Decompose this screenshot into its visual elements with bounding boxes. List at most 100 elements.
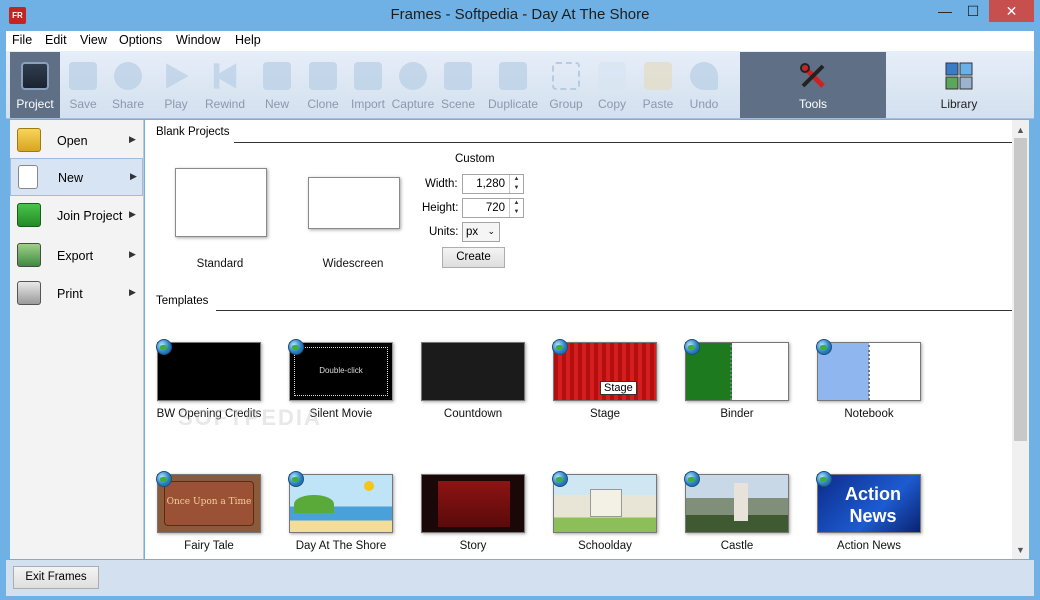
template-thumbnail-day-at-the-shore[interactable]	[289, 474, 393, 533]
menu-join-label: Join Project	[57, 209, 123, 223]
template-thumbnail-action-news[interactable]: Action News	[817, 474, 921, 533]
notebook-spiral	[868, 345, 871, 400]
template-thumbnail-stage[interactable]: Stage	[553, 342, 657, 401]
clapperboard-icon	[444, 62, 472, 90]
globe-icon	[156, 339, 172, 355]
menu-help[interactable]: Help	[235, 33, 261, 47]
vertical-scrollbar[interactable]: ▲ ▼	[1012, 120, 1029, 559]
template-caption: Story	[459, 540, 487, 552]
toolbar-label: Save	[69, 97, 97, 111]
submenu-arrow-icon: ▶	[129, 209, 136, 219]
units-value: px	[466, 226, 479, 238]
units-label: Units:	[429, 226, 459, 238]
toolbar-new-button[interactable]: New	[256, 52, 298, 118]
chevron-down-icon: ⌄	[487, 226, 495, 236]
toolbar-label: Share	[111, 97, 145, 111]
template-thumbnail-bw-opening-credits[interactable]	[157, 342, 261, 401]
toolbar-clone-button[interactable]: Clone	[302, 52, 344, 118]
template-thumbnail-silent-movie[interactable]: Double-click	[289, 342, 393, 401]
binder-rings	[730, 345, 733, 400]
toolbar-rewind-button[interactable]: Rewind	[200, 52, 250, 118]
export-icon	[17, 243, 41, 267]
toolbar-scene-button[interactable]: Scene	[436, 52, 480, 118]
menu-export[interactable]: Export ▶	[10, 237, 143, 275]
spinner-arrows-icon[interactable]: ▲ ▼	[509, 175, 523, 193]
project-icon	[21, 62, 49, 90]
standard-blank-thumbnail[interactable]	[175, 168, 267, 237]
toolbar-save-button[interactable]: Save	[60, 52, 106, 118]
group-icon	[552, 62, 580, 90]
widescreen-blank-thumbnail[interactable]	[308, 177, 400, 229]
title-bar: FR Frames - Softpedia - Day At The Shore…	[0, 0, 1040, 31]
toolbar-capture-button[interactable]: Capture	[390, 52, 436, 118]
menu-view[interactable]: View	[80, 33, 107, 47]
units-select[interactable]: px ⌄	[462, 222, 500, 242]
template-caption: Castle	[720, 540, 754, 552]
scroll-up-icon[interactable]: ▲	[1012, 122, 1029, 138]
toolbar-paste-button[interactable]: Paste	[636, 52, 680, 118]
exit-frames-button[interactable]: Exit Frames	[13, 566, 99, 589]
menu-options[interactable]: Options	[119, 33, 162, 47]
toolbar-copy-button[interactable]: Copy	[590, 52, 634, 118]
toolbar-label: Scene	[440, 97, 476, 111]
spinner-arrows-icon[interactable]: ▲ ▼	[509, 199, 523, 217]
rewind-icon	[213, 63, 237, 89]
toolbar-label: Play	[164, 97, 188, 111]
template-caption: Fairy Tale	[184, 540, 234, 552]
app-window: FR Frames - Softpedia - Day At The Shore…	[0, 0, 1040, 600]
toolbar-import-button[interactable]: Import	[346, 52, 390, 118]
maximize-button[interactable]: ☐	[958, 0, 988, 22]
bottom-bar: Exit Frames	[6, 560, 1034, 596]
template-thumbnail-story[interactable]	[421, 474, 525, 533]
template-caption: Action News	[837, 540, 901, 552]
menu-export-label: Export	[57, 249, 94, 263]
toolbar-duplicate-button[interactable]: Duplicate	[486, 52, 540, 118]
toolbar-label: Undo	[689, 97, 719, 111]
minimize-button[interactable]: —	[930, 0, 960, 22]
toolbar-undo-button[interactable]: Undo	[682, 52, 726, 118]
width-spinner[interactable]: 1,280 ▲ ▼	[462, 174, 524, 194]
template-thumbnail-binder[interactable]	[685, 342, 789, 401]
toolbar-library-button[interactable]: Library	[886, 52, 1032, 118]
height-spinner[interactable]: 720 ▲ ▼	[462, 198, 524, 218]
section-divider	[216, 310, 1012, 311]
toolbar-play-button[interactable]: Play	[154, 52, 198, 118]
scroll-down-icon[interactable]: ▼	[1012, 542, 1029, 558]
folder-icon	[17, 128, 41, 152]
menu-open[interactable]: Open ▶	[10, 122, 143, 160]
window-title: Frames - Softpedia - Day At The Shore	[390, 6, 650, 23]
globe-icon	[552, 471, 568, 487]
menu-print-label: Print	[57, 287, 83, 301]
menu-window[interactable]: Window	[176, 33, 220, 47]
template-thumbnail-schoolday[interactable]	[553, 474, 657, 533]
template-thumbnail-countdown[interactable]	[421, 342, 525, 401]
story-panel	[438, 481, 510, 527]
template-thumbnail-castle[interactable]	[685, 474, 789, 533]
tools-icon	[799, 62, 827, 90]
close-button[interactable]: ✕	[989, 0, 1034, 22]
save-icon	[69, 62, 97, 90]
menu-print[interactable]: Print ▶	[10, 275, 143, 313]
width-label: Width:	[425, 178, 458, 190]
menu-edit[interactable]: Edit	[45, 33, 67, 47]
new-project-content: Blank Projects Standard Widescreen Custo…	[145, 120, 1012, 559]
template-thumbnail-notebook[interactable]	[817, 342, 921, 401]
menu-join-project[interactable]: Join Project ▶	[10, 197, 143, 235]
globe-icon	[684, 339, 700, 355]
scroll-thumb[interactable]	[1014, 138, 1027, 441]
toolbar-project-button[interactable]: Project	[10, 52, 60, 118]
menu-file[interactable]: File	[12, 33, 32, 47]
sun-shape	[364, 481, 374, 491]
globe-icon	[684, 471, 700, 487]
menu-new[interactable]: New ▶	[10, 158, 143, 196]
submenu-arrow-icon: ▶	[129, 287, 136, 297]
island-shape	[294, 495, 334, 513]
toolbar-tools-button[interactable]: Tools	[740, 52, 886, 118]
toolbar-group-button[interactable]: Group	[544, 52, 588, 118]
blank-projects-heading: Blank Projects	[156, 126, 230, 138]
create-button[interactable]: Create	[442, 247, 505, 268]
template-thumbnail-fairy-tale[interactable]: Once Upon a Time	[157, 474, 261, 533]
toolbar-share-button[interactable]: Share	[106, 52, 150, 118]
castle-tower	[734, 483, 748, 521]
paste-icon	[644, 62, 672, 90]
